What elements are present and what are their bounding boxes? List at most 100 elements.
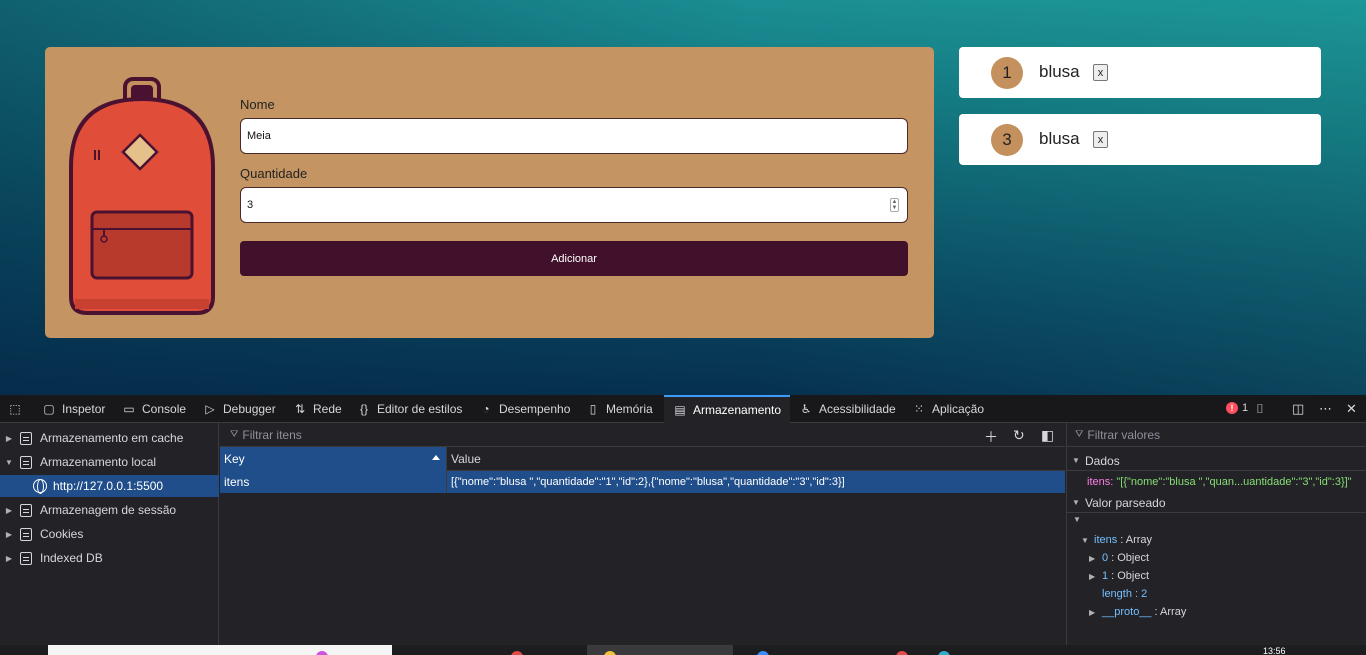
taskbar-clock: 13:56	[1263, 646, 1286, 655]
value-sidebar: ⛛ Filtrar valores ▼ Dados itens: "[{"nom…	[1066, 423, 1366, 645]
app-icon[interactable]	[757, 651, 769, 655]
filter-values-placeholder: Filtrar valores	[1087, 427, 1161, 442]
dock-icon[interactable]: ◫	[1292, 401, 1304, 417]
tab-acessibilidade[interactable]: ♿ Acessibilidade	[799, 395, 896, 423]
more-options-icon[interactable]: ⋯	[1319, 401, 1332, 417]
node-type: : Array	[1154, 606, 1187, 618]
filter-values-input[interactable]: ⛛ Filtrar valores	[1067, 423, 1366, 447]
tree-item-session-storage[interactable]: ▶ Armazenagem de sessão	[0, 499, 219, 521]
tree-item-label: Armazenagem de sessão	[40, 503, 177, 517]
item-form: Nome Meia Quantidade 3 ▲ ▼ Adicionar	[240, 97, 908, 276]
close-icon[interactable]: ✕	[1346, 401, 1357, 417]
toggle-sidebar-icon[interactable]: ◧	[1041, 427, 1054, 444]
remove-item-button[interactable]: x	[1093, 64, 1108, 81]
tab-console[interactable]: ▭ Console	[122, 395, 186, 423]
element-picker-button[interactable]: ⬚	[8, 395, 22, 423]
dados-entry[interactable]: itens: "[{"nome":"blusa ","quan...uantid…	[1087, 476, 1352, 488]
accessibility-icon: ♿	[800, 402, 812, 416]
parsed-item-0-node[interactable]: ▶ 0: Object	[1089, 552, 1149, 564]
storage-icon	[20, 551, 32, 565]
section-valor-parseado[interactable]: ▼ Valor parseado	[1067, 493, 1366, 513]
filter-icon: ⛛	[1075, 429, 1084, 440]
refresh-icon[interactable]: ↻	[1013, 427, 1025, 444]
column-header-value[interactable]: Value	[447, 447, 1065, 471]
column-header-key[interactable]: Key	[220, 447, 447, 471]
number-spinner-icon[interactable]: ▲ ▼	[890, 198, 899, 212]
storage-icon	[20, 455, 32, 469]
quantidade-input[interactable]: 3 ▲ ▼	[240, 187, 908, 223]
expand-arrow-icon: ▶	[5, 505, 13, 515]
storage-tree: ▶ Armazenamento em cache ▼ Armazenamento…	[0, 423, 219, 645]
tab-label: Aplicação	[932, 402, 985, 416]
app-icon[interactable]	[938, 651, 950, 655]
debugger-icon: ▷	[205, 402, 215, 416]
filter-items-placeholder: Filtrar itens	[242, 427, 302, 442]
quantity-badge: 1	[991, 57, 1023, 89]
expand-arrow-icon: ▶	[5, 553, 13, 563]
tree-item-local-storage[interactable]: ▼ Armazenamento local	[0, 451, 219, 473]
parsed-root-node[interactable]: ▼	[1073, 515, 1083, 524]
tab-editor-de-estilos[interactable]: {} Editor de estilos	[357, 395, 462, 423]
taskbar-window-thumbnail[interactable]	[48, 645, 392, 655]
quantidade-input-value: 3	[247, 199, 254, 211]
nome-input[interactable]: Meia	[240, 118, 908, 154]
dados-value: "[{"nome":"blusa ","quan...uantidade":"3…	[1116, 476, 1352, 488]
performance-icon: ◔	[482, 402, 490, 416]
screenshot-icon[interactable]: ⌷	[1256, 401, 1264, 417]
globe-icon	[33, 479, 47, 494]
section-label: Dados	[1085, 453, 1120, 468]
tab-inspetor[interactable]: ▢ Inspetor	[42, 395, 105, 423]
tab-label: Console	[142, 402, 187, 416]
node-key: itens	[1094, 534, 1118, 546]
item-name: blusa	[1039, 62, 1080, 81]
parsed-proto-node[interactable]: ▶ __proto__: Array	[1089, 606, 1186, 618]
adicionar-button[interactable]: Adicionar	[240, 241, 908, 276]
app-icon[interactable]	[896, 651, 908, 655]
error-icon: !	[1226, 402, 1238, 414]
inspector-icon: ▢	[43, 402, 55, 416]
app-icon[interactable]	[511, 651, 523, 655]
filter-items-input[interactable]: ⛛ Filtrar itens ＋ ↻ ◧	[220, 423, 1065, 447]
tree-item-label: Armazenamento em cache	[40, 431, 184, 445]
tab-label: Acessibilidade	[819, 402, 896, 416]
dados-key: itens:	[1087, 476, 1114, 488]
parsed-item-1-node[interactable]: ▶ 1: Object	[1089, 570, 1149, 582]
style-editor-icon: {}	[359, 402, 368, 416]
quantidade-label: Quantidade	[240, 166, 308, 181]
tab-debugger[interactable]: ▷ Debugger	[203, 395, 275, 423]
tree-item-cookies[interactable]: ▶ Cookies	[0, 523, 219, 545]
tab-aplicacao[interactable]: ⁙ Aplicação	[912, 395, 984, 423]
devtools-panel: ⬚ ▢ Inspetor ▭ Console ▷ Debugger ⇅ Rede…	[0, 395, 1366, 645]
expand-arrow-icon: ▶	[1089, 553, 1096, 563]
tab-armazenamento[interactable]: ▤ Armazenamento	[664, 395, 790, 423]
os-taskbar: 13:56	[0, 645, 1366, 655]
error-count-badge[interactable]: ! 1	[1226, 402, 1248, 414]
tree-item-cache[interactable]: ▶ Armazenamento em cache	[0, 427, 219, 449]
storage-icon: ▤	[674, 403, 686, 417]
tab-desempenho[interactable]: ◔ Desempenho	[479, 395, 570, 423]
tab-memoria[interactable]: ▯ Memória	[586, 395, 653, 423]
console-icon: ▭	[123, 402, 135, 416]
tree-item-label: Indexed DB	[40, 551, 103, 565]
tab-label: Inspetor	[62, 402, 106, 416]
add-item-icon[interactable]: ＋	[984, 427, 998, 447]
tab-label: Rede	[313, 402, 342, 416]
row-key: itens	[220, 471, 447, 493]
collapse-arrow-icon: ▼	[5, 457, 13, 467]
tab-rede[interactable]: ⇅ Rede	[293, 395, 342, 423]
expand-arrow-icon: ▶	[1089, 571, 1096, 581]
storage-icon	[20, 431, 32, 445]
application-icon: ⁙	[913, 402, 925, 416]
tree-item-origin[interactable]: http://127.0.0.1:5500	[0, 475, 219, 497]
backpack-icon	[69, 77, 215, 315]
remove-item-button[interactable]: x	[1093, 131, 1108, 148]
row-value: [{"nome":"blusa ","quantidade":"1","id":…	[451, 476, 845, 488]
tab-label: Editor de estilos	[377, 402, 463, 416]
parsed-itens-node[interactable]: ▼ itens: Array	[1081, 534, 1152, 546]
node-key: 0	[1102, 552, 1109, 564]
table-row[interactable]: itens [{"nome":"blusa ","quantidade":"1"…	[220, 471, 1065, 493]
node-type: : Array	[1120, 534, 1153, 546]
tree-item-indexeddb[interactable]: ▶ Indexed DB	[0, 547, 219, 569]
section-dados[interactable]: ▼ Dados	[1067, 451, 1366, 471]
node-type: : Object	[1111, 570, 1150, 582]
